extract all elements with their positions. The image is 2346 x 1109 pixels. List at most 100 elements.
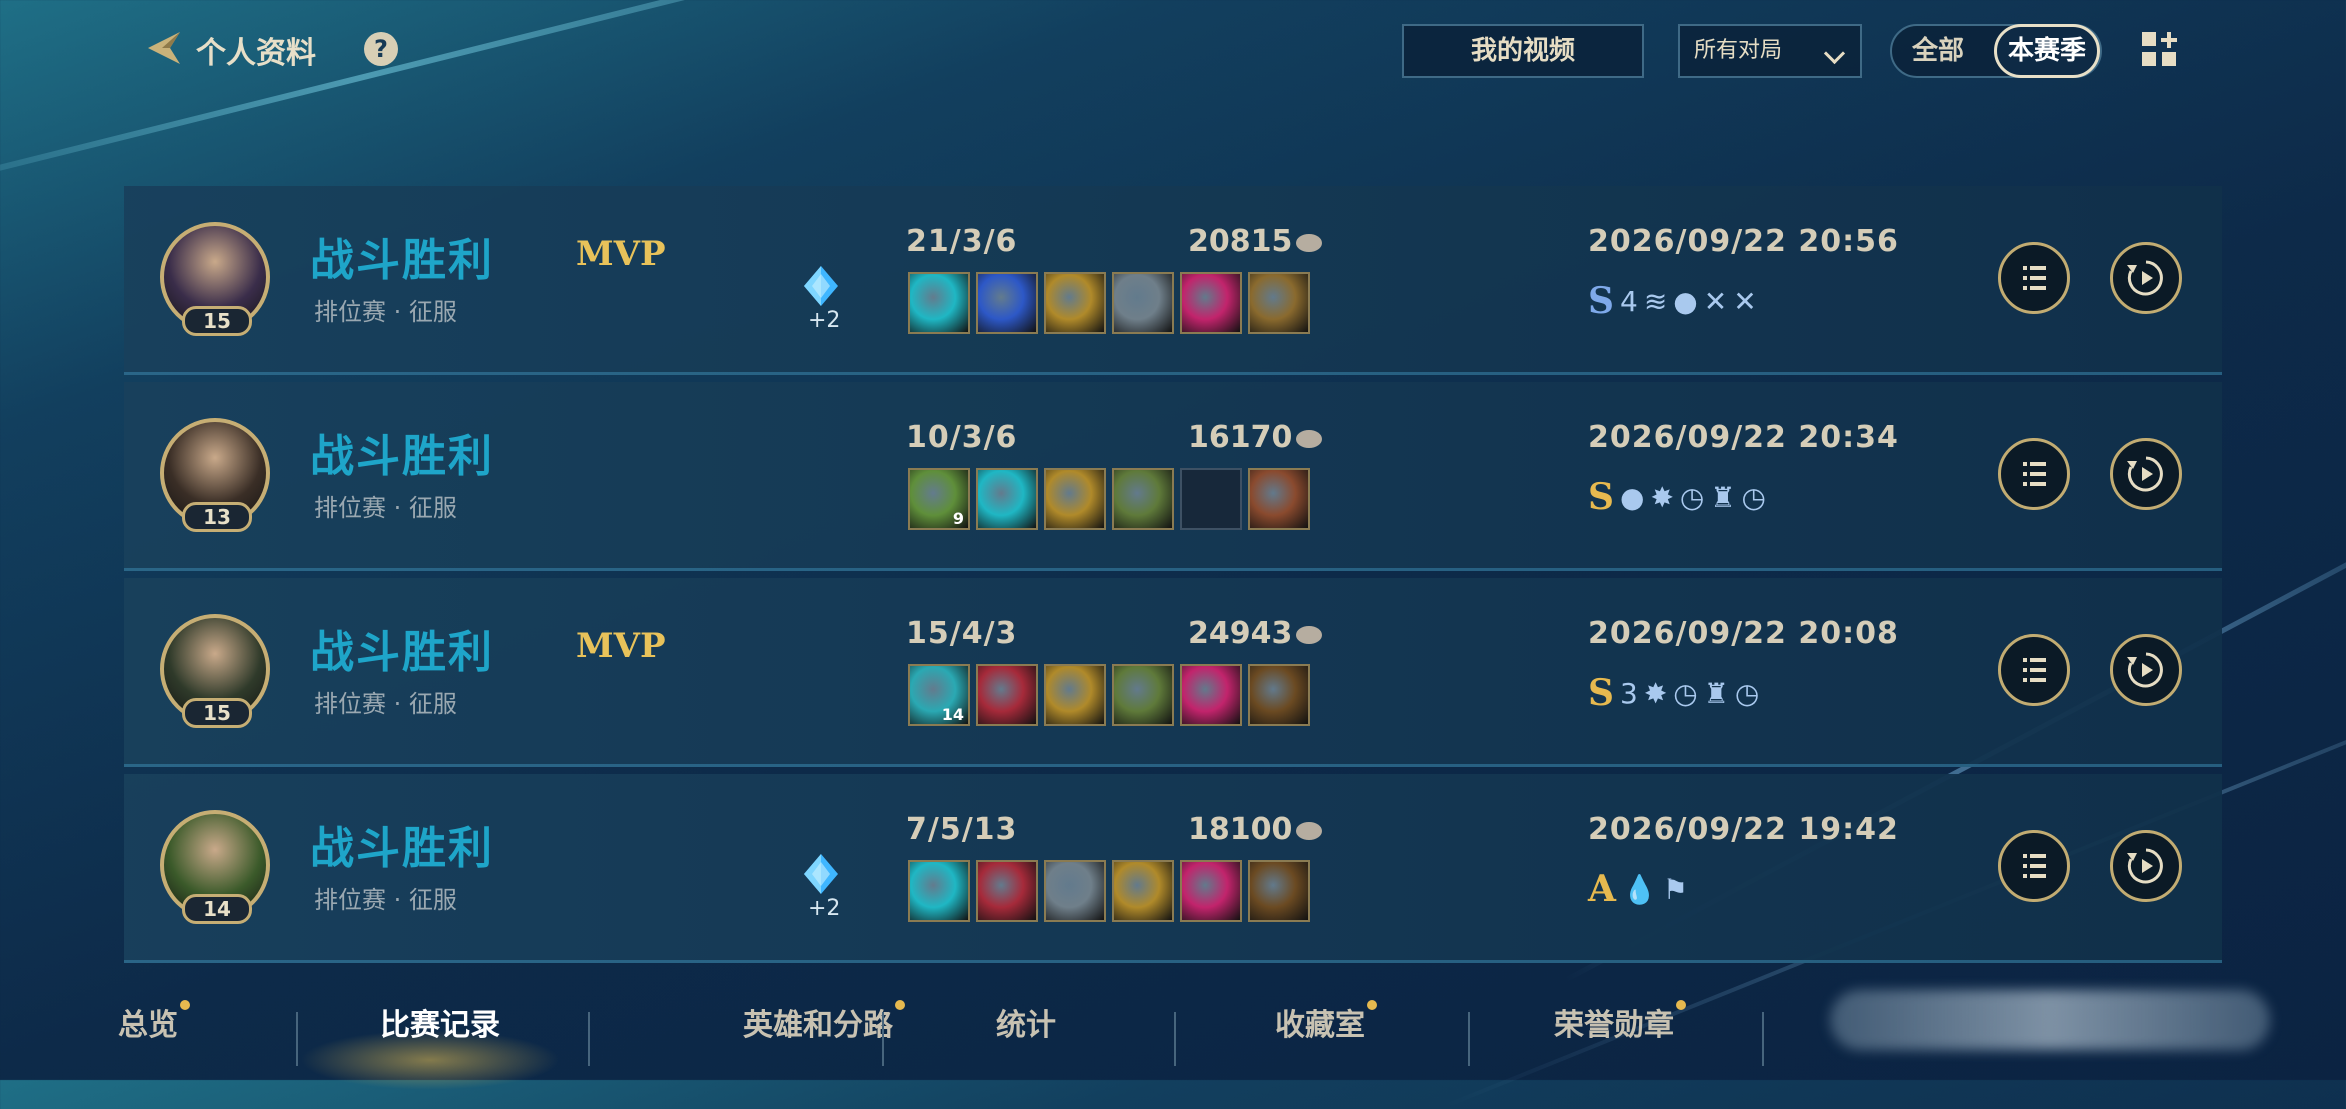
match-card[interactable]: 15 战斗胜利 排位赛 · 征服 MVP 15/4/3 24943 14 202… <box>124 578 2222 767</box>
achievement-badge-icon: ✸ <box>1650 480 1674 514</box>
mvp-badge: MVP <box>576 626 666 666</box>
replay-button[interactable] <box>2110 438 2182 510</box>
achievement-badge-icon: 💧 <box>1621 872 1657 906</box>
rank-gem-icon <box>802 852 840 896</box>
item-slot[interactable] <box>1112 468 1174 530</box>
replay-icon <box>2127 652 2163 688</box>
achievement-badge-icon: 3 <box>1620 676 1638 710</box>
gold-value: 24943 <box>1188 616 1293 651</box>
match-card[interactable]: 13 战斗胜利 排位赛 · 征服 10/3/6 16170 9 2026/09/… <box>124 382 2222 571</box>
replay-button[interactable] <box>2110 830 2182 902</box>
item-slot[interactable] <box>1180 468 1242 530</box>
match-datetime: 2026/09/22 20:08 <box>1588 616 1899 651</box>
match-filter-value: 所有对局 <box>1694 38 1783 63</box>
achievement-badge-icon: ◷ <box>1673 676 1698 710</box>
help-icon[interactable]: ? <box>364 32 398 66</box>
tab-separator <box>296 1012 298 1066</box>
item-slot[interactable] <box>908 272 970 334</box>
achievement-badge-icon: ◷ <box>1741 480 1766 514</box>
list-icon <box>2023 462 2046 486</box>
tab-separator <box>1468 1012 1470 1066</box>
achievement-badge-icon: ♜ <box>1703 676 1729 710</box>
match-result: 战斗胜利 <box>310 823 494 874</box>
item-slot[interactable]: 14 <box>908 664 970 726</box>
season-toggle[interactable]: 全部 本赛季 <box>1890 24 2102 78</box>
item-slot[interactable] <box>1044 860 1106 922</box>
toggle-all-option[interactable]: 全部 <box>1912 26 1964 76</box>
gold-value: 16170 <box>1188 420 1293 455</box>
item-slot[interactable] <box>1248 272 1310 334</box>
layout-grid-icon[interactable] <box>2140 30 2184 74</box>
item-slot[interactable] <box>976 272 1038 334</box>
kda: 15/4/3 <box>906 616 1018 651</box>
match-result: 战斗胜利 <box>310 627 494 678</box>
replay-icon <box>2127 260 2163 296</box>
bottom-tab-bar: 总览 比赛记录 英雄和分路 统计 收藏室 荣誉勋章 <box>0 970 2346 1090</box>
item-slot[interactable] <box>1112 860 1174 922</box>
achievement-badge-icon: ◷ <box>1679 480 1705 514</box>
tab-6[interactable]: 荣誉勋章 <box>1554 1000 1674 1044</box>
item-slot[interactable] <box>1044 272 1106 334</box>
achievement-badge-icon: ⚑ <box>1662 872 1688 906</box>
item-slot[interactable] <box>1044 468 1106 530</box>
tab-separator <box>588 1012 590 1066</box>
tab-5[interactable]: 收藏室 <box>1275 1000 1365 1044</box>
mvp-badge: MVP <box>576 234 666 274</box>
gold-value: 18100 <box>1188 812 1293 847</box>
rank-points-gain: +2 <box>808 896 841 921</box>
match-details-button[interactable] <box>1998 830 2070 902</box>
item-slot[interactable] <box>908 860 970 922</box>
replay-button[interactable] <box>2110 242 2182 314</box>
achievement-badge-icon: ♜ <box>1710 480 1736 514</box>
back-arrow-icon[interactable] <box>142 26 186 70</box>
tab-3[interactable]: 英雄和分路 <box>743 1000 893 1044</box>
match-datetime: 2026/09/22 19:42 <box>1588 812 1899 847</box>
match-details-button[interactable] <box>1998 242 2070 314</box>
kda: 21/3/6 <box>906 224 1018 259</box>
match-details-button[interactable] <box>1998 634 2070 706</box>
item-slot[interactable] <box>976 664 1038 726</box>
item-build: 14 <box>908 664 1310 726</box>
match-datetime: 2026/09/22 20:56 <box>1588 224 1899 259</box>
toggle-season-option[interactable]: 本赛季 <box>1994 24 2100 78</box>
replay-button[interactable] <box>2110 634 2182 706</box>
gold-value: 20815 <box>1188 224 1293 259</box>
item-slot[interactable] <box>1044 664 1106 726</box>
item-slot[interactable] <box>1248 468 1310 530</box>
champion-level: 14 <box>182 894 252 924</box>
item-slot[interactable] <box>976 860 1038 922</box>
item-slot[interactable]: 9 <box>908 468 970 530</box>
match-result: 战斗胜利 <box>310 431 494 482</box>
match-filter-dropdown[interactable]: 所有对局 <box>1678 24 1862 78</box>
my-videos-button[interactable]: 我的视频 <box>1402 24 1644 78</box>
page-title: 个人资料 <box>196 36 316 71</box>
kda: 7/5/13 <box>906 812 1018 847</box>
champion-level: 15 <box>182 698 252 728</box>
item-slot[interactable] <box>1248 860 1310 922</box>
match-card[interactable]: 14 战斗胜利 排位赛 · 征服 +2 7/5/13 18100 2026/09… <box>124 774 2222 963</box>
performance-grade: S <box>1588 476 1614 518</box>
item-slot[interactable] <box>1180 664 1242 726</box>
gold-earned: 24943 <box>1188 616 1323 651</box>
tab-4[interactable]: 统计 <box>996 1000 1056 1044</box>
item-slot[interactable] <box>1180 860 1242 922</box>
performance-badges: S 4 ≋ ● ✕ ✕ <box>1588 280 1757 322</box>
performance-badges: S 3 ✸ ◷ ♜ ◷ <box>1588 672 1759 714</box>
item-slot[interactable] <box>1248 664 1310 726</box>
match-card[interactable]: 15 战斗胜利 排位赛 · 征服 MVP +2 21/3/6 20815 202… <box>124 186 2222 375</box>
match-mode: 排位赛 · 征服 <box>314 690 457 718</box>
match-details-button[interactable] <box>1998 438 2070 510</box>
performance-grade: A <box>1588 868 1616 910</box>
tab-2[interactable]: 比赛记录 <box>380 1000 500 1044</box>
item-slot[interactable] <box>1112 272 1174 334</box>
chevron-down-icon <box>1823 42 1846 65</box>
item-slot[interactable] <box>976 468 1038 530</box>
item-slot[interactable] <box>1112 664 1174 726</box>
gold-coin-icon <box>1296 821 1323 840</box>
performance-grade: S <box>1588 672 1614 714</box>
tab-1[interactable]: 总览 <box>118 1000 178 1044</box>
replay-icon <box>2127 848 2163 884</box>
item-slot[interactable] <box>1180 272 1242 334</box>
tab-separator <box>882 1012 884 1066</box>
champion-level: 15 <box>182 306 252 336</box>
